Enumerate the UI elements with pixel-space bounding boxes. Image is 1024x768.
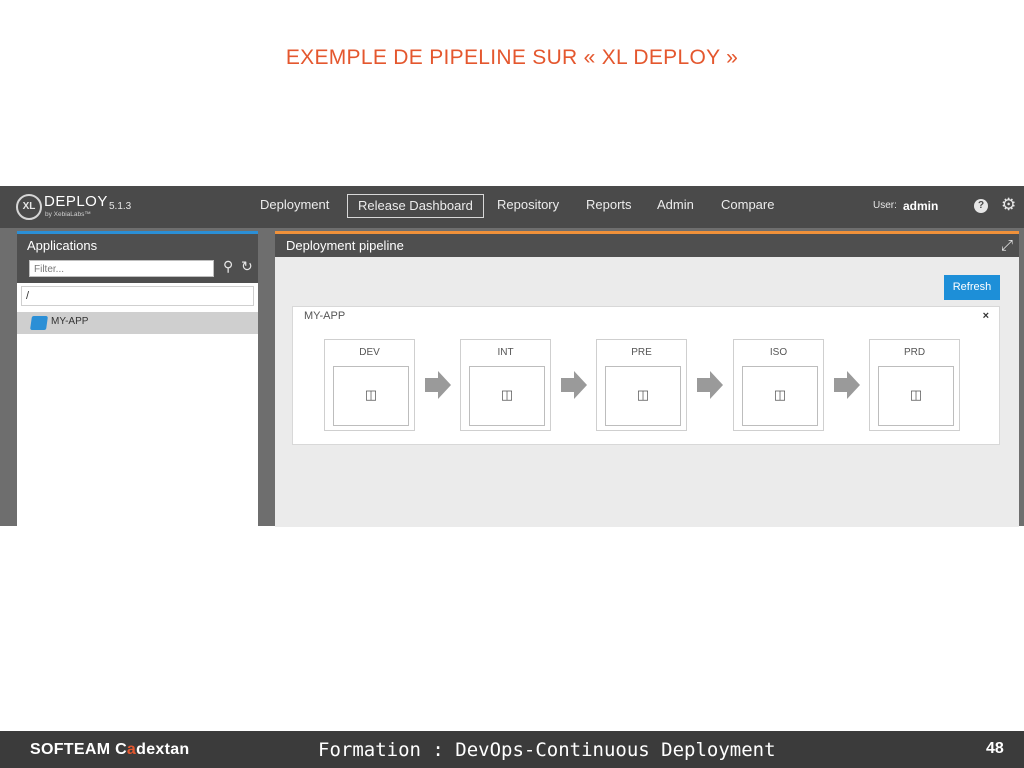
nav-compare[interactable]: Compare [721, 197, 774, 212]
page-number: 48 [986, 740, 1004, 757]
arrow-right-icon [834, 371, 860, 399]
cube-icon: ◫ [500, 387, 514, 402]
stage-drop-zone[interactable]: ◫ [878, 366, 954, 426]
stage-iso[interactable]: ISO ◫ [733, 339, 824, 431]
tree-item-label: MY-APP [51, 316, 89, 327]
logo-name: DEPLOY [44, 193, 108, 210]
pipeline-card: MY-APP × DEV ◫ INT ◫ PRE ◫ ISO ◫ PRD ◫ [292, 306, 1000, 445]
cube-icon: ◫ [773, 387, 787, 402]
company-name-end: dextan [136, 741, 190, 758]
deployment-pipeline-header: Deployment pipeline ⤢ [275, 234, 1019, 257]
cube-icon: ◫ [364, 387, 378, 402]
arrow-right-icon [561, 371, 587, 399]
nav-admin[interactable]: Admin [657, 197, 694, 212]
stage-dev[interactable]: DEV ◫ [324, 339, 415, 431]
app-version: 5.1.3 [109, 201, 132, 212]
close-icon[interactable]: × [983, 310, 989, 322]
nav-repository[interactable]: Repository [497, 197, 559, 212]
stage-name: INT [497, 347, 514, 358]
stage-name: PRD [903, 347, 926, 358]
user-label: User: [873, 200, 897, 211]
applications-panel: Applications Filter... ⚲ ↻ / MY-APP [17, 231, 258, 527]
footer-title: Formation : DevOps-Continuous Deployment [318, 739, 776, 761]
company-name-accent: a [126, 741, 137, 758]
nav-reports[interactable]: Reports [586, 197, 632, 212]
xl-deploy-logo[interactable]: XL DEPLOY by XebiaLabs™ 5.1.3 [14, 192, 134, 222]
path-field[interactable]: / [21, 286, 254, 306]
refresh-icon[interactable]: ↻ [241, 258, 253, 275]
slide-footer: SOFTEAM Cadextan Formation : DevOps-Cont… [0, 731, 1024, 768]
top-navigation-bar: XL DEPLOY by XebiaLabs™ 5.1.3 Deployment… [0, 186, 1024, 228]
arrow-right-icon [697, 371, 723, 399]
stage-prd[interactable]: PRD ◫ [869, 339, 960, 431]
nav-deployment[interactable]: Deployment [260, 197, 329, 212]
applications-header: Applications [17, 234, 258, 257]
filter-input[interactable]: Filter... [29, 260, 214, 277]
app-package-icon [30, 316, 48, 330]
stage-name: DEV [359, 347, 380, 358]
stage-pre[interactable]: PRE ◫ [596, 339, 687, 431]
stage-drop-zone[interactable]: ◫ [333, 366, 409, 426]
filter-row: Filter... ⚲ ↻ [17, 257, 258, 283]
stage-drop-zone[interactable]: ◫ [469, 366, 545, 426]
xl-deploy-screenshot: XL DEPLOY by XebiaLabs™ 5.1.3 Deployment… [0, 186, 1024, 527]
stage-drop-zone[interactable]: ◫ [605, 366, 681, 426]
deployment-pipeline-panel: Deployment pipeline ⤢ Refresh MY-APP × D… [275, 231, 1019, 527]
stage-int[interactable]: INT ◫ [460, 339, 551, 431]
nav-release-dashboard[interactable]: Release Dashboard [347, 194, 484, 218]
help-icon[interactable]: ? [974, 199, 988, 213]
logo-subtitle: by XebiaLabs™ [45, 211, 91, 218]
refresh-button[interactable]: Refresh [944, 275, 1000, 300]
cube-icon: ◫ [909, 387, 923, 402]
company-name-start: SOFTEAM C [30, 741, 127, 758]
panel-title: Deployment pipeline [286, 238, 404, 253]
stage-name: PRE [631, 347, 652, 358]
arrow-right-icon [425, 371, 451, 399]
search-icon[interactable]: ⚲ [223, 258, 233, 275]
stage-name: ISO [769, 347, 788, 358]
user-name[interactable]: admin [903, 199, 938, 213]
tree-item-my-app[interactable]: MY-APP [17, 312, 258, 334]
pipeline-app-name: MY-APP [304, 310, 346, 322]
logo-mark: XL [16, 194, 42, 220]
cube-icon: ◫ [636, 387, 650, 402]
stage-drop-zone[interactable]: ◫ [742, 366, 818, 426]
gear-icon[interactable]: ⚙ [1001, 196, 1016, 214]
expand-icon[interactable]: ⤢ [1001, 234, 1013, 257]
slide-title: EXEMPLE DE PIPELINE SUR « XL DEPLOY » [285, 46, 739, 69]
company-logo: SOFTEAM Cadextan [30, 741, 190, 759]
